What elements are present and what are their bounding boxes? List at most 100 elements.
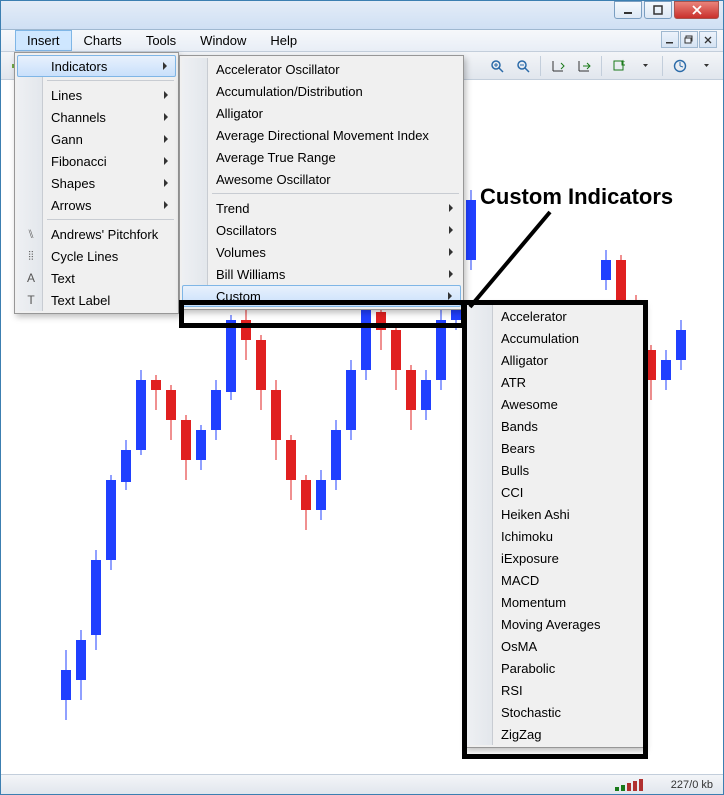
mdi-close-button[interactable] bbox=[699, 31, 717, 48]
menuitem-atr[interactable]: ATR bbox=[467, 371, 641, 393]
submenu-arrow-icon bbox=[164, 179, 168, 187]
menuitem-label: ATR bbox=[501, 375, 526, 390]
menuitem-momentum[interactable]: Momentum bbox=[467, 591, 641, 613]
menuitem-zigzag[interactable]: ZigZag bbox=[467, 723, 641, 745]
menuitem-label: Ichimoku bbox=[501, 529, 553, 544]
menuitem-label: Trend bbox=[216, 201, 249, 216]
menuitem-label: Alligator bbox=[216, 106, 263, 121]
menuitem-label: Custom bbox=[216, 289, 261, 304]
tool-auto-scroll-icon[interactable] bbox=[572, 55, 596, 77]
mdi-restore-button[interactable] bbox=[680, 31, 698, 48]
menuitem-awesome[interactable]: Awesome bbox=[467, 393, 641, 415]
submenu-arrow-icon bbox=[164, 91, 168, 99]
menuitem-gann[interactable]: Gann bbox=[17, 128, 176, 150]
menuitem-shapes[interactable]: Shapes bbox=[17, 172, 176, 194]
menuitem-custom[interactable]: Custom bbox=[182, 285, 461, 307]
menu-insert[interactable]: Insert bbox=[15, 30, 72, 51]
indicators-submenu: Accelerator Oscillator Accumulation/Distr… bbox=[179, 55, 464, 310]
menuitem-label: Parabolic bbox=[501, 661, 555, 676]
menuitem-andrews-pitchfork[interactable]: Andrews' Pitchfork ⑊ bbox=[17, 223, 176, 245]
menuitem-moving-averages[interactable]: Moving Averages bbox=[467, 613, 641, 635]
menuitem-bands[interactable]: Bands bbox=[467, 415, 641, 437]
mdi-window-buttons bbox=[660, 31, 717, 48]
tool-periodicity-icon[interactable] bbox=[668, 55, 692, 77]
menuitem-label: Cycle Lines bbox=[51, 249, 118, 264]
pitchfork-icon: ⑊ bbox=[23, 226, 39, 242]
submenu-arrow-icon bbox=[164, 201, 168, 209]
menuitem-trend[interactable]: Trend bbox=[182, 197, 461, 219]
tool-chart-shift-icon[interactable] bbox=[546, 55, 570, 77]
tool-zoom-out-icon[interactable] bbox=[511, 55, 535, 77]
menuitem-oscillators[interactable]: Oscillators bbox=[182, 219, 461, 241]
menuitem-label: Bulls bbox=[501, 463, 529, 478]
menuitem-average-directional-movement-index[interactable]: Average Directional Movement Index bbox=[182, 124, 461, 146]
title-bar bbox=[1, 1, 723, 30]
menuitem-parabolic[interactable]: Parabolic bbox=[467, 657, 641, 679]
menuitem-cycle-lines[interactable]: Cycle Lines ⦙⦙ bbox=[17, 245, 176, 267]
menuitem-channels[interactable]: Channels bbox=[17, 106, 176, 128]
menuitem-volumes[interactable]: Volumes bbox=[182, 241, 461, 263]
annotation-arrow bbox=[455, 207, 555, 317]
menuitem-label: MACD bbox=[501, 573, 539, 588]
menuitem-label: ZigZag bbox=[501, 727, 541, 742]
menuitem-bulls[interactable]: Bulls bbox=[467, 459, 641, 481]
menuitem-label: Awesome Oscillator bbox=[216, 172, 331, 187]
menuitem-osma[interactable]: OsMA bbox=[467, 635, 641, 657]
tool-zoom-in-icon[interactable] bbox=[485, 55, 509, 77]
submenu-arrow-icon bbox=[449, 270, 453, 278]
submenu-arrow-icon bbox=[449, 204, 453, 212]
submenu-arrow-icon bbox=[164, 157, 168, 165]
menuitem-ichimoku[interactable]: Ichimoku bbox=[467, 525, 641, 547]
mdi-minimize-button[interactable] bbox=[661, 31, 679, 48]
minimize-button[interactable] bbox=[614, 1, 642, 19]
menuitem-label: CCI bbox=[501, 485, 523, 500]
menuitem-bears[interactable]: Bears bbox=[467, 437, 641, 459]
menuitem-lines[interactable]: Lines bbox=[17, 84, 176, 106]
menuitem-label: Bands bbox=[501, 419, 538, 434]
menuitem-label: RSI bbox=[501, 683, 523, 698]
menuitem-cci[interactable]: CCI bbox=[467, 481, 641, 503]
menuitem-iexposure[interactable]: iExposure bbox=[467, 547, 641, 569]
menuitem-label: Average True Range bbox=[216, 150, 336, 165]
menuitem-text[interactable]: TextA bbox=[17, 267, 176, 289]
menuitem-label: Accelerator Oscillator bbox=[216, 62, 340, 77]
menuitem-label: Bears bbox=[501, 441, 535, 456]
tool-indicators-icon[interactable]: + bbox=[607, 55, 631, 77]
menuitem-label: Moving Averages bbox=[501, 617, 601, 632]
menuitem-label: Lines bbox=[51, 88, 82, 103]
menuitem-accumulation-distribution[interactable]: Accumulation/Distribution bbox=[182, 80, 461, 102]
cycle-icon: ⦙⦙ bbox=[23, 248, 39, 264]
menuitem-alligator[interactable]: Alligator bbox=[467, 349, 641, 371]
menuitem-accelerator-oscillator[interactable]: Accelerator Oscillator bbox=[182, 58, 461, 80]
menuitem-label: Text bbox=[51, 271, 75, 286]
close-button[interactable] bbox=[674, 1, 719, 19]
svg-text:+: + bbox=[621, 59, 625, 66]
menuitem-label: Andrews' Pitchfork bbox=[51, 227, 158, 242]
menuitem-text-label[interactable]: Text LabelT bbox=[17, 289, 176, 311]
submenu-arrow-icon bbox=[164, 135, 168, 143]
menu-tools[interactable]: Tools bbox=[134, 30, 188, 51]
menuitem-label: Shapes bbox=[51, 176, 95, 191]
menuitem-bill-williams[interactable]: Bill Williams bbox=[182, 263, 461, 285]
menuitem-accumulation[interactable]: Accumulation bbox=[467, 327, 641, 349]
maximize-button[interactable] bbox=[644, 1, 672, 19]
menuitem-fibonacci[interactable]: Fibonacci bbox=[17, 150, 176, 172]
menuitem-label: Arrows bbox=[51, 198, 91, 213]
menuitem-arrows[interactable]: Arrows bbox=[17, 194, 176, 216]
menuitem-macd[interactable]: MACD bbox=[467, 569, 641, 591]
menuitem-label: Volumes bbox=[216, 245, 266, 260]
menuitem-average-true-range[interactable]: Average True Range bbox=[182, 146, 461, 168]
menu-window[interactable]: Window bbox=[188, 30, 258, 51]
menuitem-awesome-oscillator[interactable]: Awesome Oscillator bbox=[182, 168, 461, 190]
menuitem-label: OsMA bbox=[501, 639, 537, 654]
menuitem-heiken-ashi[interactable]: Heiken Ashi bbox=[467, 503, 641, 525]
menuitem-indicators[interactable]: Indicators bbox=[17, 55, 176, 77]
menuitem-alligator[interactable]: Alligator bbox=[182, 102, 461, 124]
menuitem-rsi[interactable]: RSI bbox=[467, 679, 641, 701]
menuitem-stochastic[interactable]: Stochastic bbox=[467, 701, 641, 723]
menu-help[interactable]: Help bbox=[258, 30, 309, 51]
tool-dropdown-arrow-icon[interactable] bbox=[694, 55, 718, 77]
menuitem-label: Heiken Ashi bbox=[501, 507, 570, 522]
menu-charts[interactable]: Charts bbox=[72, 30, 134, 51]
tool-dropdown-arrow-icon[interactable] bbox=[633, 55, 657, 77]
